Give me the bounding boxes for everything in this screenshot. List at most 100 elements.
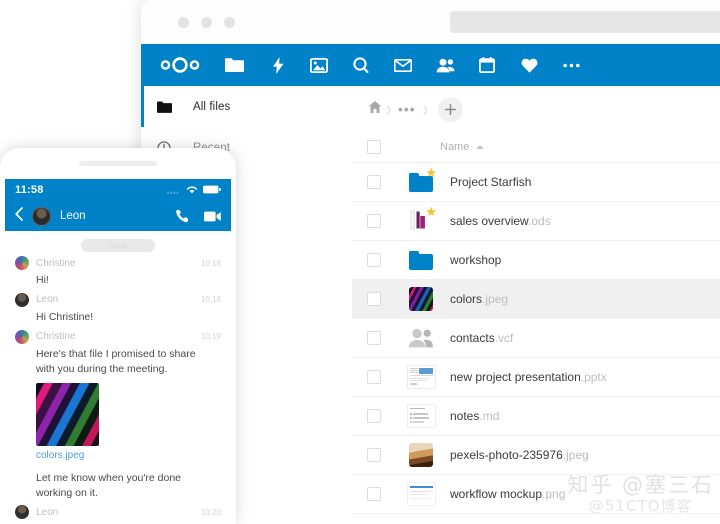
chat-message: Leon10:20Ok, no problem. Probably next w… — [5, 502, 231, 524]
select-all-checkbox[interactable] — [367, 140, 381, 154]
table-row[interactable]: ★ sales overview.ods — [352, 202, 720, 241]
chat-attachment-thumbnail[interactable] — [36, 382, 99, 446]
chat-timestamp: 10:19 — [200, 332, 221, 342]
chat-timestamp: 10:20 — [200, 507, 221, 517]
nav-item-more[interactable] — [550, 44, 592, 86]
nav-item-photos[interactable] — [298, 44, 340, 86]
file-name[interactable]: workshop — [450, 253, 501, 267]
avatar — [15, 256, 29, 270]
sidebar-item-label: All files — [193, 100, 231, 113]
address-bar[interactable] — [450, 11, 720, 33]
table-row[interactable]: notes.md — [352, 397, 720, 436]
file-basename: workshop — [450, 253, 502, 267]
file-basename: sales overview — [450, 214, 529, 228]
window-maximize-button[interactable] — [224, 17, 235, 28]
table-row[interactable]: ★ Project Starfish — [352, 163, 720, 202]
chat-sender-name: Christine — [36, 331, 76, 343]
avatar — [15, 329, 29, 344]
row-checkbox[interactable] — [367, 409, 381, 423]
breadcrumb-ellipsis[interactable]: ••• — [395, 102, 419, 116]
window-minimize-button[interactable] — [201, 17, 212, 28]
row-checkbox[interactable] — [367, 370, 381, 384]
table-row[interactable]: pexels-photo-235976.jpeg — [352, 436, 720, 475]
file-icon — [406, 325, 436, 351]
file-basename: workflow mockup — [450, 487, 543, 501]
file-table: ★ Project Starfish ★ sales overview.ods work… — [352, 163, 720, 514]
chat-sender-name: Leon — [36, 294, 59, 306]
chat-message-text: Hi! — [36, 274, 49, 286]
chat-contact-name: Leon — [60, 210, 86, 222]
breadcrumb-separator: › — [386, 95, 391, 123]
file-icon: ★ — [406, 166, 437, 195]
nextcloud-logo-icon[interactable] — [151, 44, 209, 86]
nav-item-search[interactable] — [340, 44, 382, 86]
file-name[interactable]: new project presentation.pptx — [450, 370, 607, 384]
file-extension: .ods — [528, 214, 551, 228]
phone-status-bar: 11:58 — [5, 179, 231, 201]
file-name[interactable]: pexels-photo-235976.jpeg — [450, 448, 589, 462]
nav-item-activity[interactable] — [257, 44, 299, 86]
new-file-button[interactable] — [437, 96, 463, 122]
chat-messages: Christine 10:18 Hi! Leon 10:18 Hi Christine! C… — [5, 237, 231, 524]
row-checkbox[interactable] — [367, 175, 381, 189]
chat-message-text: Hi Christine! — [36, 310, 94, 323]
breadcrumb-home[interactable] — [368, 100, 382, 119]
row-checkbox[interactable] — [367, 292, 381, 306]
file-name[interactable]: notes.md — [450, 409, 499, 423]
file-name[interactable]: Project Starfish — [450, 175, 531, 189]
table-row[interactable]: colors.jpeg — [352, 280, 720, 319]
nav-item-calendar[interactable] — [466, 44, 508, 86]
file-basename: colors — [450, 292, 483, 306]
video-call-button[interactable] — [204, 211, 221, 222]
row-checkbox[interactable] — [367, 214, 381, 228]
file-icon — [406, 403, 436, 429]
table-row[interactable]: workshop — [352, 241, 720, 280]
file-list-area: › ••• › Name ★ Project Starfish ★ sales ove… — [352, 86, 720, 524]
chat-attachment-filename[interactable]: colors.jpeg — [36, 450, 221, 461]
file-extension: .png — [542, 487, 566, 501]
star-icon[interactable]: ★ — [425, 205, 437, 218]
browser-chrome — [141, 0, 720, 44]
file-basename: new project presentation — [450, 370, 581, 384]
sidebar-item-all-files[interactable]: All files — [141, 86, 352, 127]
chat-message: Leon 10:18 Hi Christine! — [5, 290, 231, 325]
signal-icon — [167, 181, 181, 199]
table-row[interactable]: workflow mockup.png — [352, 475, 720, 514]
file-basename: contacts — [450, 331, 495, 345]
contacts-icon — [408, 328, 434, 348]
file-basename: notes — [450, 409, 480, 423]
status-bar-icons — [167, 181, 221, 199]
file-name[interactable]: contacts.vcf — [450, 331, 513, 345]
row-checkbox[interactable] — [367, 331, 381, 345]
file-name[interactable]: sales overview.ods — [450, 214, 551, 228]
table-row[interactable]: new project presentation.pptx — [352, 358, 720, 397]
phone-call-button[interactable] — [176, 209, 190, 223]
file-extension: .md — [479, 409, 500, 423]
file-extension: .pptx — [580, 370, 607, 384]
breadcrumb: › ••• › — [352, 86, 720, 132]
table-row[interactable]: contacts.vcf — [352, 319, 720, 358]
wifi-icon — [186, 181, 198, 199]
chat-message-text: Let me know when you're done working on … — [36, 471, 182, 499]
column-header-name[interactable]: Name — [440, 141, 485, 153]
home-icon — [368, 100, 382, 119]
star-icon[interactable]: ★ — [425, 166, 437, 179]
status-bar-time: 11:58 — [15, 184, 44, 196]
nav-item-contacts[interactable] — [424, 44, 466, 86]
file-name[interactable]: workflow mockup.png — [450, 487, 565, 501]
chat-message-text: Here's that file I promised to share wit… — [36, 347, 196, 375]
row-checkbox[interactable] — [367, 487, 381, 501]
file-extension: .jpeg — [482, 292, 509, 306]
window-close-button[interactable] — [178, 17, 189, 28]
chat-timestamp: 10:18 — [200, 258, 221, 268]
nav-item-files[interactable] — [213, 44, 255, 93]
chat-timestamp: 10:18 — [200, 295, 221, 305]
row-checkbox[interactable] — [367, 448, 381, 462]
row-checkbox[interactable] — [367, 253, 381, 267]
file-name[interactable]: colors.jpeg — [450, 292, 508, 306]
nav-item-health[interactable] — [508, 44, 550, 86]
file-icon — [406, 364, 436, 390]
file-table-header: Name — [352, 132, 720, 163]
back-button[interactable] — [15, 206, 23, 226]
nav-item-mail[interactable] — [382, 44, 424, 86]
